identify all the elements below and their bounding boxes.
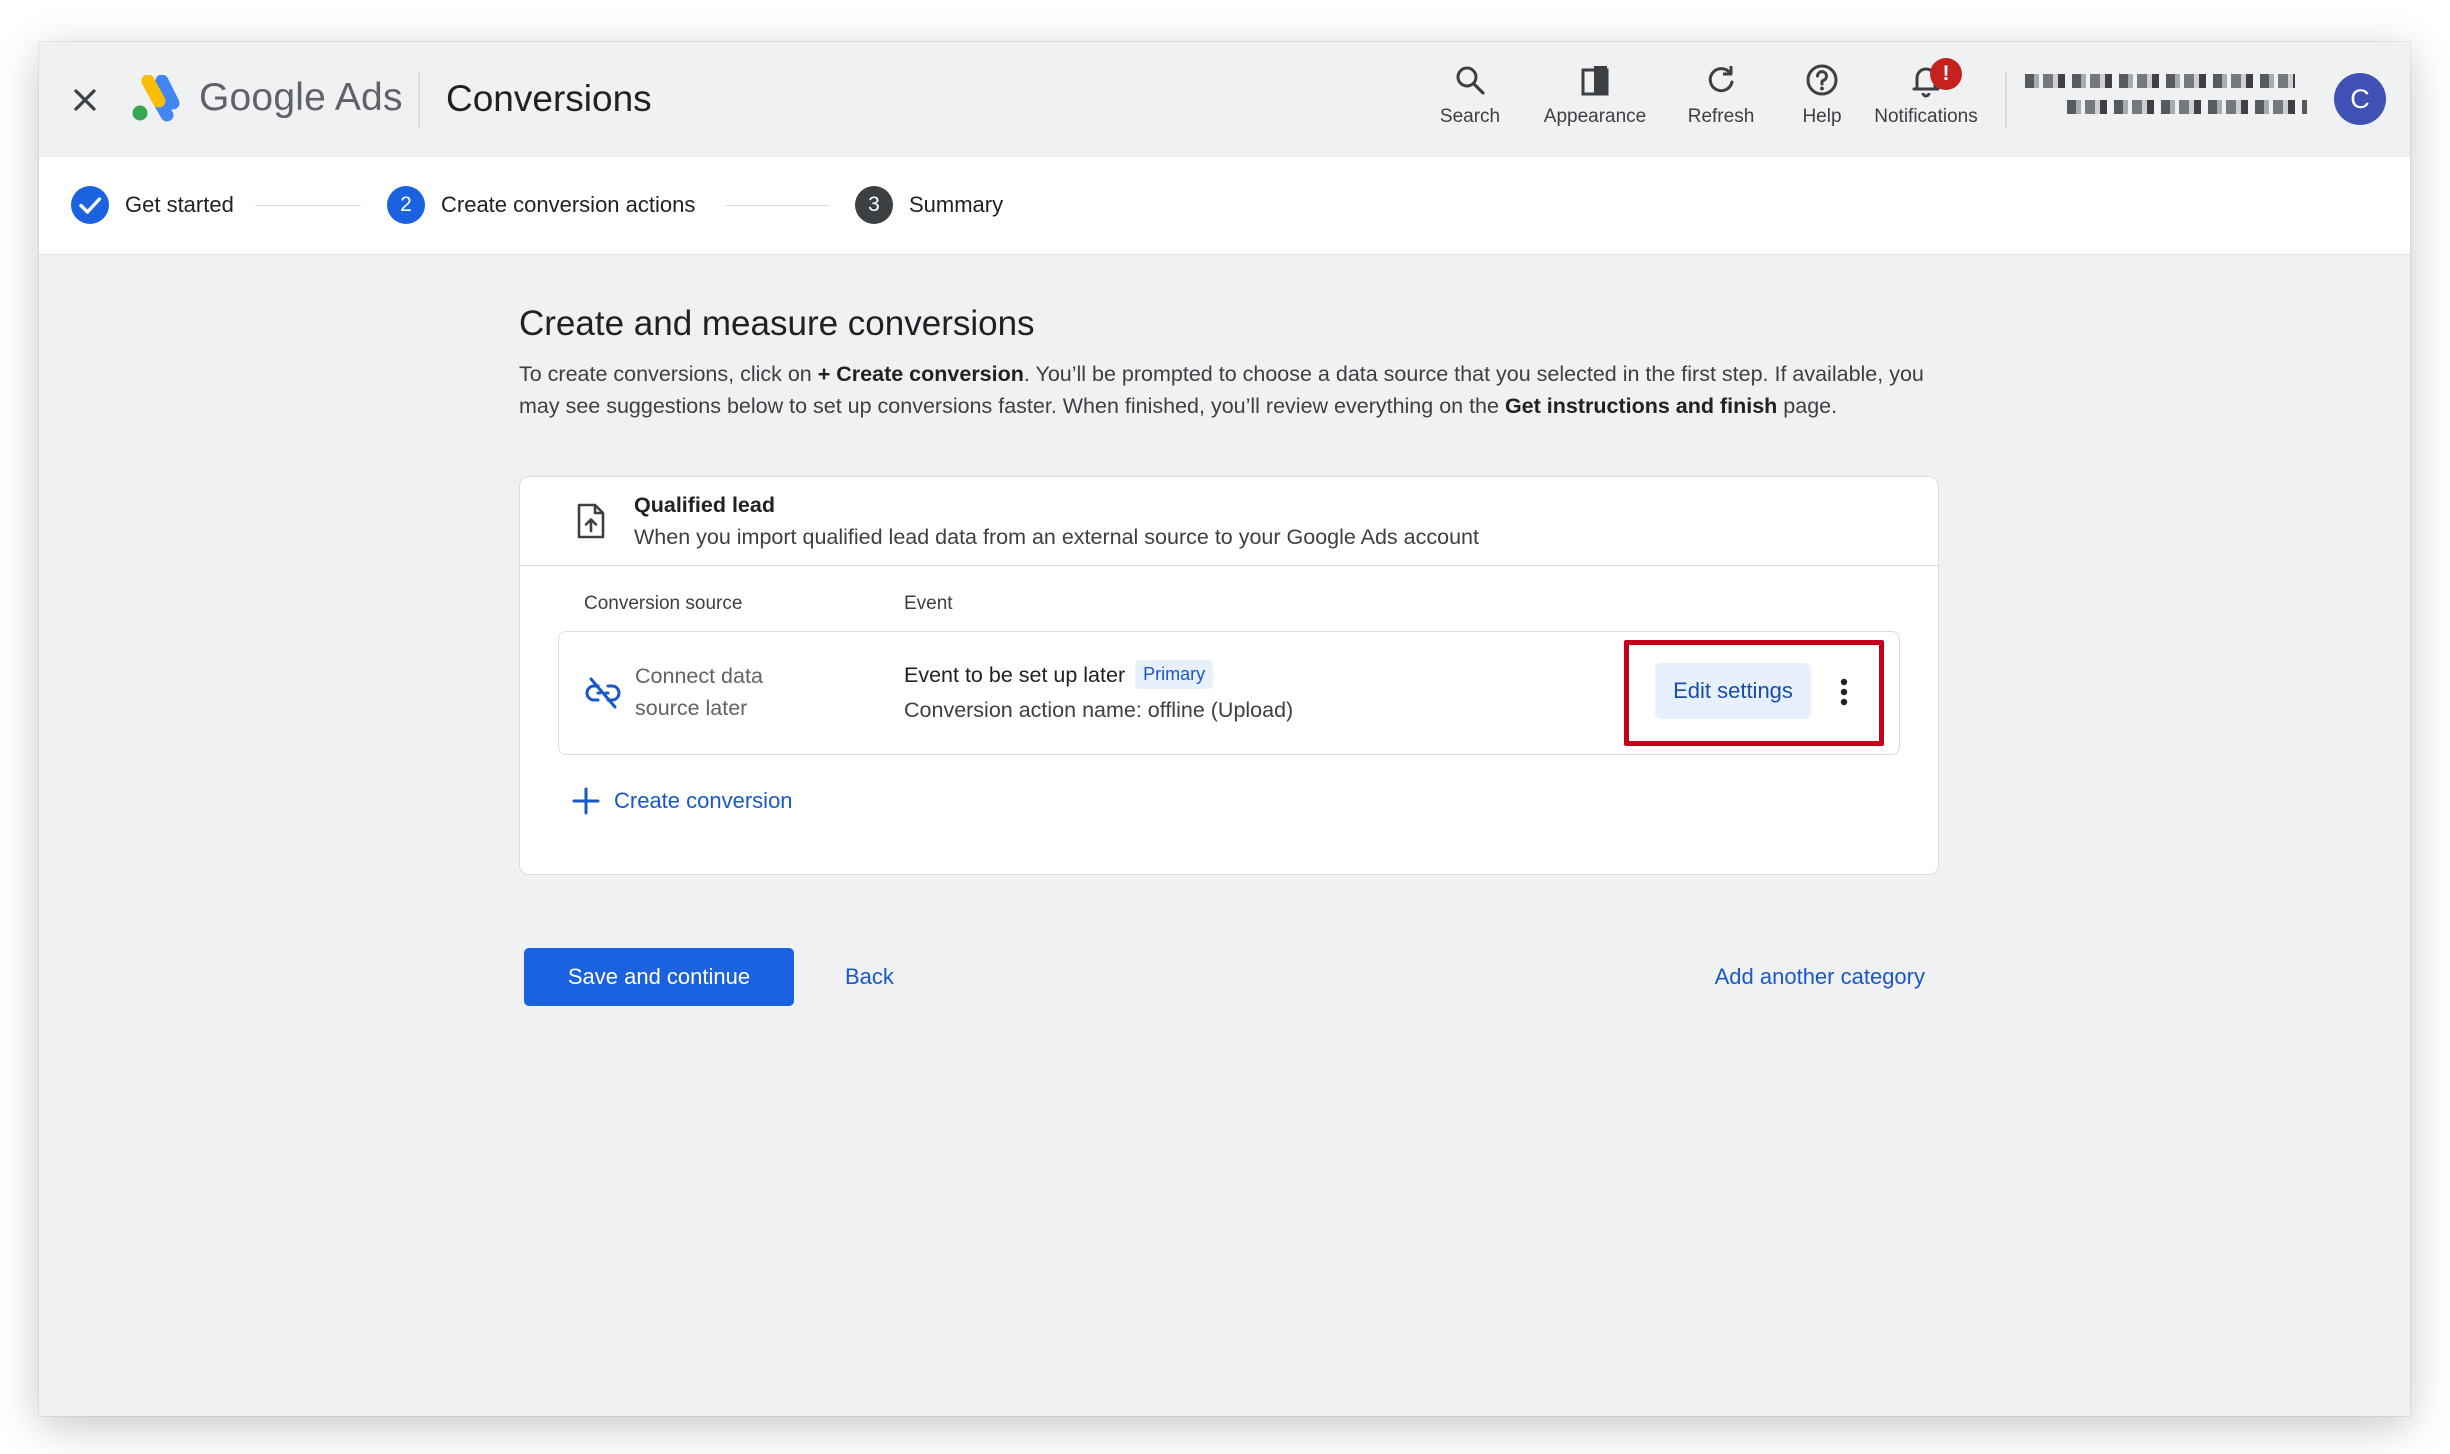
conversion-action-name: Conversion action name: offline (Upload) [904, 698, 1294, 722]
link-off-icon [585, 675, 621, 716]
refresh-tool-label: Refresh [1687, 106, 1755, 127]
check-icon [71, 186, 109, 224]
source-line: Connect data [635, 664, 763, 688]
plus-icon [572, 787, 600, 815]
description-emphasis: + Create conversion [817, 362, 1024, 386]
step-number: 2 [387, 186, 425, 224]
account-divider [2005, 72, 2007, 128]
google-ads-logo-icon [129, 74, 181, 123]
back-button[interactable]: Back [845, 964, 894, 990]
source-line: source later [635, 696, 748, 720]
search-tool-button[interactable]: Search [1425, 60, 1515, 140]
primary-badge: Primary [1135, 660, 1214, 689]
top-bar: Google Ads Conversions Search Appearance… [39, 42, 2410, 157]
conversion-category-card: Qualified lead When you import qualified… [519, 476, 1939, 875]
notifications-tool-label: Notifications [1874, 106, 1978, 127]
edit-settings-button[interactable]: Edit settings [1655, 663, 1811, 719]
refresh-icon [1708, 66, 1734, 93]
card-subtitle: When you import qualified lead data from… [634, 525, 1479, 549]
conversion-row: Connect data source later Event to be se… [558, 631, 1900, 755]
step-label: Get started [125, 192, 234, 217]
step-get-started[interactable]: Get started [71, 185, 234, 225]
step-number: 3 [855, 186, 893, 224]
description-emphasis: Get instructions and finish [1504, 394, 1778, 418]
event-name: Event to be set up later Primary [904, 660, 1214, 689]
section-headline: Create and measure conversions [519, 304, 1035, 343]
create-conversion-label: Create conversion [614, 788, 793, 813]
search-icon [1456, 66, 1485, 95]
app-window: Google Ads Conversions Search Appearance… [39, 42, 2410, 1416]
search-tool-label: Search [1439, 106, 1501, 127]
avatar[interactable]: C [2334, 73, 2386, 125]
brand-name: Google Ads [199, 76, 403, 119]
main-content: Create and measure conversions To create… [519, 304, 1939, 1006]
section-description: To create conversions, click on + Create… [519, 358, 1939, 422]
step-label: Summary [909, 192, 1004, 217]
account-info-redacted[interactable] [2025, 74, 2315, 126]
description-text: page. [1777, 394, 1838, 418]
step-create-conversion-actions[interactable]: 2 Create conversion actions [387, 185, 695, 225]
appearance-tool-label: Appearance [1543, 106, 1647, 127]
add-another-category-link[interactable]: Add another category [1715, 964, 1925, 990]
step-connector [255, 205, 361, 206]
brand-divider [418, 72, 420, 128]
notifications-tool-button[interactable]: ! Notifications [1861, 58, 1991, 140]
card-title: Qualified lead [634, 493, 775, 517]
more-vert-icon[interactable] [1829, 674, 1859, 710]
create-conversion-button[interactable]: Create conversion [572, 783, 793, 819]
column-header-event: Event [904, 593, 953, 614]
save-and-continue-button[interactable]: Save and continue [524, 948, 794, 1006]
footer-actions: Save and continue Back Add another categ… [519, 948, 1937, 1008]
column-header-source: Conversion source [584, 593, 743, 614]
step-summary[interactable]: 3 Summary [855, 185, 1003, 225]
event-label: Event to be set up later [904, 663, 1126, 687]
help-tool-label: Help [1802, 106, 1842, 127]
progress-stepper: Get started 2 Create conversion actions … [39, 157, 2410, 255]
help-tool-button[interactable]: Help [1787, 60, 1857, 140]
step-label: Create conversion actions [441, 192, 696, 217]
appearance-icon [1581, 66, 1609, 96]
card-header: Qualified lead When you import qualified… [520, 477, 1938, 566]
page-title: Conversions [446, 78, 652, 119]
help-icon [1806, 64, 1838, 96]
description-text: To create conversions, click on [519, 362, 818, 386]
close-icon[interactable] [65, 80, 105, 120]
file-upload-icon [576, 503, 606, 544]
notification-badge: ! [1930, 58, 1962, 90]
conversion-source: Connect data source later [635, 660, 763, 724]
refresh-tool-button[interactable]: Refresh [1671, 60, 1771, 140]
appearance-tool-button[interactable]: Appearance [1530, 60, 1660, 140]
step-connector [725, 205, 829, 206]
